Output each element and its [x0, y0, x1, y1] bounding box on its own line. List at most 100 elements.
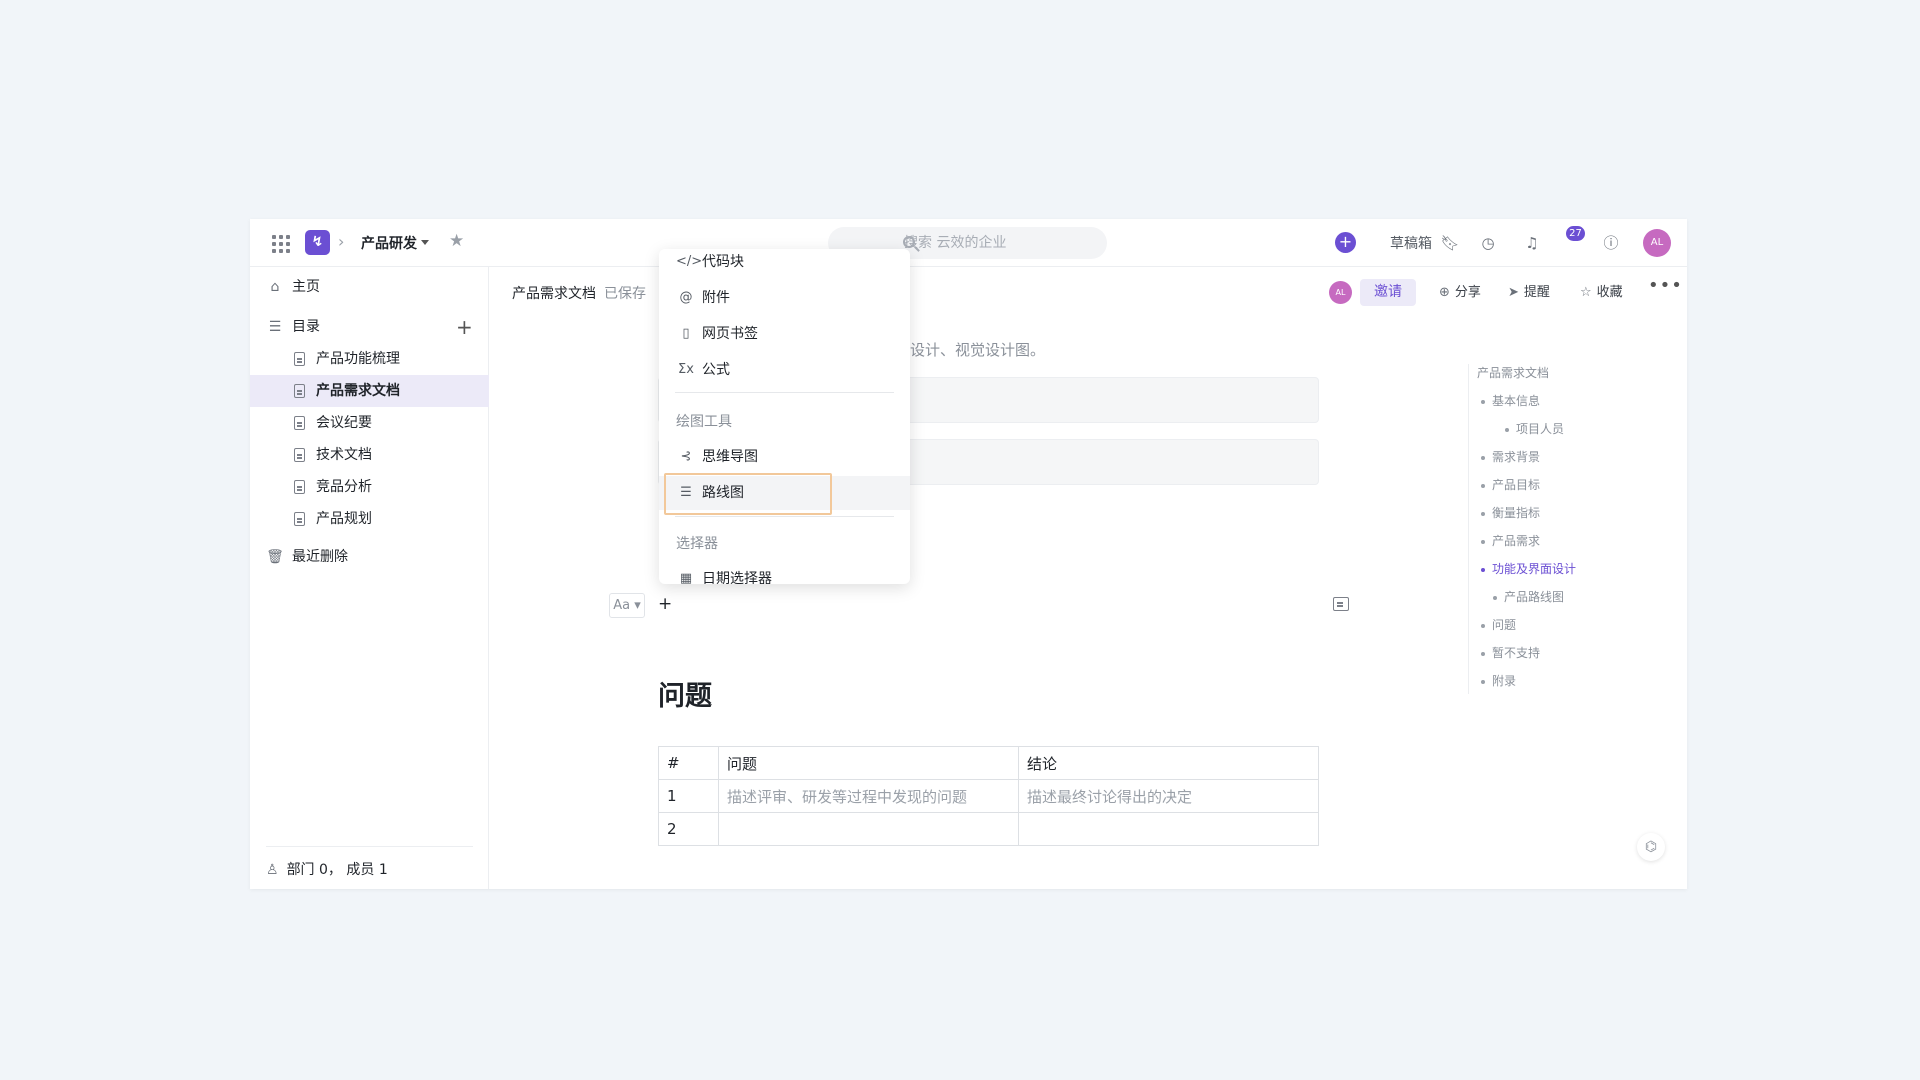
- list-icon: ☰: [268, 319, 282, 335]
- toc-item-label: 产品路线图: [1504, 590, 1565, 604]
- add-doc-icon[interactable]: +: [456, 311, 473, 343]
- toc-item[interactable]: 产品目标: [1481, 476, 1540, 493]
- sidebar-item-label: 产品功能梳理: [316, 351, 400, 367]
- sidebar-item-label: 会议纪要: [316, 415, 372, 431]
- bookmark-icon[interactable]: 🔖︎: [1439, 232, 1461, 254]
- help-icon[interactable]: ⓘ: [1600, 232, 1622, 254]
- toc-item-label: 衡量指标: [1492, 506, 1541, 520]
- toc-item[interactable]: 衡量指标: [1481, 504, 1540, 521]
- menu-group-label: 选择器: [676, 536, 718, 552]
- menu-item-attachment[interactable]: @ 附件: [659, 281, 910, 315]
- favorite-label: 收藏: [1596, 285, 1623, 300]
- toc-item-label: 功能及界面设计: [1492, 562, 1577, 576]
- divider: [266, 846, 473, 847]
- sidebar-doc-item[interactable]: 竞品分析: [250, 471, 489, 503]
- document-icon: [290, 503, 308, 535]
- sidebar-item-label: 产品需求文档: [316, 383, 400, 399]
- table-row: 2: [658, 812, 1319, 846]
- toc-item-active[interactable]: 功能及界面设计: [1481, 560, 1576, 577]
- toc-item[interactable]: 基本信息: [1481, 392, 1540, 409]
- create-button[interactable]: +: [1335, 232, 1356, 253]
- document-icon: [290, 471, 308, 503]
- table-header-cell[interactable]: #: [658, 746, 719, 780]
- sidebar-doc-item-active[interactable]: 产品需求文档: [250, 375, 489, 407]
- sidebar-item-recent-deleted[interactable]: 🗑︎ 最近删除: [250, 541, 489, 573]
- menu-item-code-block[interactable]: </> 代码块: [659, 249, 910, 279]
- share-button[interactable]: ⊕ 分享: [1439, 281, 1481, 300]
- document-icon: [290, 439, 308, 471]
- toc-title[interactable]: 产品需求文档: [1477, 364, 1549, 381]
- save-status: 已保存: [604, 286, 646, 302]
- app-window: ↯ › 产品研发 ★ 搜索 云效的企业 + 草稿箱 🔖︎ ◷ ♫ 27 ⓘ AL…: [250, 219, 1687, 889]
- code-icon: </>: [676, 254, 703, 269]
- collaborator-avatar[interactable]: AL: [1329, 281, 1352, 304]
- menu-item-formula[interactable]: Σx 公式: [659, 353, 910, 387]
- user-avatar[interactable]: AL: [1643, 229, 1671, 257]
- toc-item-label: 附录: [1492, 674, 1517, 688]
- menu-item-label: 日期选择器: [702, 571, 772, 584]
- menu-item-web-bookmark[interactable]: ▯ 网页书签: [659, 317, 910, 351]
- apps-grid-icon[interactable]: [270, 233, 290, 253]
- table-cell[interactable]: 2: [658, 812, 719, 846]
- sidebar-doc-item[interactable]: 会议纪要: [250, 407, 489, 439]
- sidebar: ⌂ 主页 ☰ 目录 + 产品功能梳理 产品需求文档 会议纪要 技术文档 竞品分析: [250, 267, 489, 889]
- menu-divider: [675, 516, 894, 517]
- toc-item[interactable]: 需求背景: [1481, 448, 1540, 465]
- sidebar-item-label: 技术文档: [316, 447, 372, 463]
- toc-item[interactable]: 附录: [1481, 672, 1516, 689]
- comment-icon[interactable]: [1333, 597, 1349, 611]
- toc-item[interactable]: 暂不支持: [1481, 644, 1540, 661]
- sidebar-doc-item[interactable]: 产品功能梳理: [250, 343, 489, 375]
- table-cell[interactable]: [718, 812, 1019, 846]
- chevron-right-icon: ›: [338, 232, 345, 251]
- insert-block-button[interactable]: +: [658, 594, 672, 614]
- sidebar-item-label: 最近删除: [292, 549, 348, 565]
- mindmap-icon: ⊰: [680, 449, 692, 464]
- table-cell[interactable]: 描述最终讨论得出的决定: [1018, 779, 1319, 813]
- bell-icon[interactable]: ♫: [1521, 232, 1543, 254]
- toc-item[interactable]: 项目人员: [1505, 420, 1564, 437]
- table-header-cell[interactable]: 结论: [1018, 746, 1319, 780]
- sidebar-item-home[interactable]: ⌂ 主页: [250, 271, 489, 303]
- favorite-button[interactable]: ☆ 收藏: [1580, 281, 1623, 300]
- font-style-button[interactable]: Aa ▾: [609, 593, 645, 618]
- clock-icon[interactable]: ◷: [1477, 232, 1499, 254]
- sidebar-doc-item[interactable]: 技术文档: [250, 439, 489, 471]
- menu-item-label: 附件: [702, 290, 730, 306]
- highlight-box: [664, 473, 832, 515]
- sidebar-item-catalog[interactable]: ☰ 目录 +: [250, 311, 489, 343]
- menu-item-mindmap[interactable]: ⊰ 思维导图: [659, 440, 910, 474]
- table-header-cell[interactable]: 问题: [718, 746, 1019, 780]
- table-cell[interactable]: 1: [658, 779, 719, 813]
- toc-item[interactable]: 产品路线图: [1493, 588, 1564, 605]
- table-cell[interactable]: [1018, 812, 1319, 846]
- doc-title[interactable]: 产品需求文档: [512, 283, 596, 303]
- more-icon[interactable]: •••: [1648, 275, 1683, 296]
- notification-badge: 27: [1566, 226, 1585, 241]
- table-of-contents: 产品需求文档 基本信息 项目人员 需求背景 产品目标 衡量指标 产品需求 功能及…: [1468, 364, 1658, 694]
- member-count[interactable]: ♙ 部门 0， 成员 1: [266, 859, 388, 879]
- breadcrumb-project[interactable]: 产品研发: [361, 233, 417, 253]
- menu-item-date-picker[interactable]: ▦ 日期选择器: [659, 562, 910, 584]
- toc-item[interactable]: 产品需求: [1481, 532, 1540, 549]
- drafts-link[interactable]: 草稿箱: [1390, 233, 1432, 253]
- toc-item[interactable]: 问题: [1481, 616, 1516, 633]
- members-icon: ♙: [266, 862, 279, 878]
- product-logo[interactable]: ↯: [305, 230, 330, 255]
- sidebar-doc-item[interactable]: 产品规划: [250, 503, 489, 535]
- remind-button[interactable]: ➤ 提醒: [1508, 281, 1550, 300]
- member-count-label: 部门 0， 成员 1: [286, 862, 388, 878]
- section-heading[interactable]: 问题: [658, 674, 712, 713]
- invite-button[interactable]: 邀请: [1360, 279, 1416, 306]
- globe-icon: ⊕: [1439, 285, 1450, 300]
- bookmark-icon: ▯: [682, 326, 690, 341]
- search-placeholder: 搜索 云效的企业: [904, 235, 1007, 251]
- star-icon[interactable]: ★: [449, 231, 464, 251]
- table-cell[interactable]: 描述评审、研发等过程中发现的问题: [718, 779, 1019, 813]
- assistant-robot-icon[interactable]: ⌬: [1637, 833, 1665, 861]
- caret-down-icon[interactable]: [421, 240, 429, 245]
- menu-item-label: 公式: [702, 362, 730, 378]
- toc-item-label: 项目人员: [1516, 422, 1565, 436]
- attachment-icon: @: [679, 290, 693, 305]
- editor-text-line[interactable]: 设计、视觉设计图。: [910, 339, 1045, 360]
